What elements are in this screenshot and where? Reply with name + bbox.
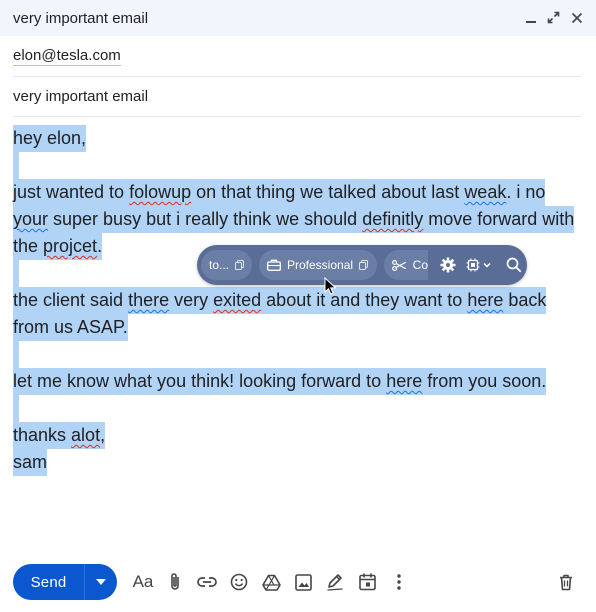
toolbar-chip-professional[interactable]: Professional (259, 250, 377, 280)
insert-photo-icon[interactable] (287, 566, 319, 598)
mouse-pointer-icon (324, 276, 337, 300)
scissors-icon (392, 259, 407, 271)
send-button-group: Send (13, 564, 117, 600)
schedule-send-dropdown[interactable] (84, 564, 117, 600)
body-line: just wanted to folowup on that thing we … (13, 179, 588, 206)
compose-bottom-bar: Send Aa (13, 564, 588, 600)
body-line (13, 152, 588, 179)
recipient-email[interactable]: elon@tesla.com (13, 47, 121, 66)
copy-icon (359, 260, 369, 270)
subject-text: very important email (13, 88, 149, 105)
emoji-icon[interactable] (223, 566, 255, 598)
subject-field[interactable]: very important email (13, 77, 581, 117)
body-line: from us ASAP. (13, 314, 588, 341)
ai-writing-toolbar: to... Professional Co (197, 245, 527, 285)
chip-to-label: to... (209, 258, 230, 272)
chevron-down-icon (483, 262, 491, 268)
toolbar-chip-concise[interactable]: Co (384, 250, 428, 280)
close-icon[interactable] (569, 9, 584, 26)
caret-down-icon (96, 579, 106, 585)
drive-icon[interactable] (255, 566, 287, 598)
formatting-options-button[interactable]: Aa (127, 566, 159, 598)
compose-titlebar: very important email (0, 0, 596, 36)
send-button[interactable]: Send (13, 564, 84, 600)
trash-icon[interactable] (550, 566, 582, 598)
body-line (13, 341, 588, 368)
expand-icon[interactable] (546, 9, 561, 26)
copy-icon (235, 260, 244, 270)
chip-icon (466, 258, 480, 272)
to-field[interactable]: elon@tesla.com (13, 37, 581, 77)
body-line: hey elon, (13, 125, 588, 152)
body-line: the client said there very exited about … (13, 287, 588, 314)
minimize-icon[interactable] (523, 9, 538, 26)
body-line (13, 395, 588, 422)
attach-icon[interactable] (159, 566, 191, 598)
body-line: sam (13, 449, 588, 476)
calendar-icon[interactable] (351, 566, 383, 598)
window-title: very important email (13, 9, 149, 27)
chip-model-dropdown[interactable] (466, 258, 492, 272)
window-controls (523, 9, 584, 26)
body-line: let me know what you think! looking forw… (13, 368, 588, 395)
more-options-icon[interactable] (383, 566, 415, 598)
briefcase-icon (267, 259, 281, 271)
body-line: your super busy but i really think we sh… (13, 206, 588, 233)
toolbar-chip-to[interactable]: to... (201, 250, 252, 280)
signature-pen-icon[interactable] (319, 566, 351, 598)
body-line: thanks alot, (13, 422, 588, 449)
chip-concise-label: Co (412, 258, 428, 272)
search-icon[interactable] (506, 257, 522, 273)
chip-professional-label: Professional (287, 258, 354, 272)
link-icon[interactable] (191, 566, 223, 598)
message-body[interactable]: hey elon, just wanted to folowup on that… (13, 125, 588, 476)
gear-icon[interactable] (440, 257, 456, 273)
